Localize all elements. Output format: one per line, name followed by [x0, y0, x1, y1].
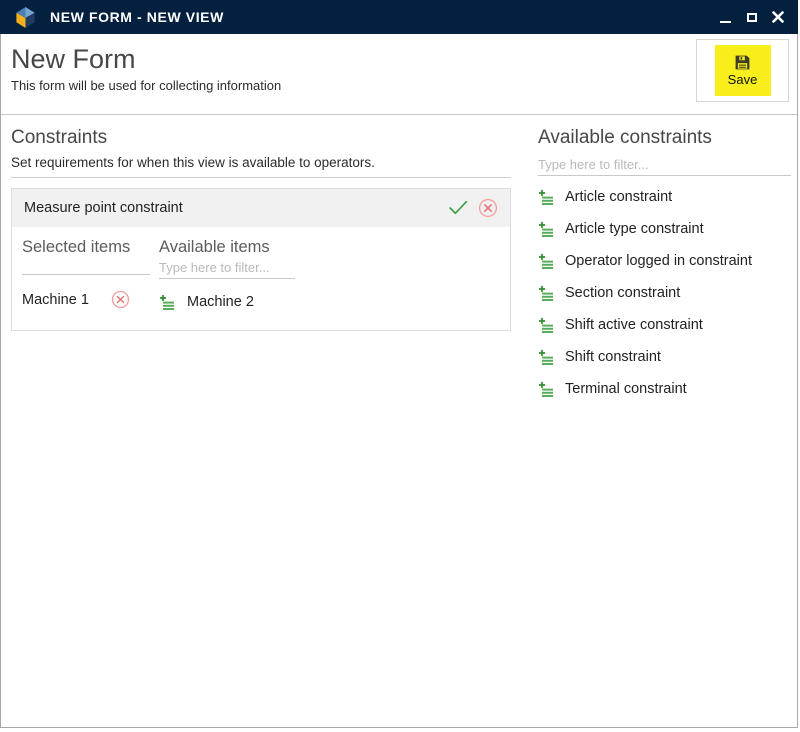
- constraints-panel-subtitle: Set requirements for when this view is a…: [11, 155, 511, 178]
- page-subtitle: This form will be used for collecting in…: [1, 75, 797, 93]
- add-to-list-icon: [538, 189, 554, 205]
- available-constraint-item[interactable]: Article type constraint: [538, 213, 791, 245]
- add-to-list-icon: [159, 294, 175, 310]
- add-to-list-icon: [538, 349, 554, 365]
- add-to-list-icon: [538, 285, 554, 301]
- remove-item-button[interactable]: [111, 290, 130, 309]
- available-constraint-label: Terminal constraint: [565, 381, 687, 397]
- close-icon: [772, 11, 784, 23]
- minimize-button[interactable]: [719, 9, 732, 25]
- save-highlight: Save: [715, 45, 771, 96]
- page-header: New Form This form will be used for coll…: [1, 34, 797, 115]
- constraints-filter-input[interactable]: [538, 155, 791, 176]
- app-logo-icon: [14, 6, 37, 29]
- available-items-column: Available items Mach: [159, 237, 295, 310]
- confirm-constraint-button[interactable]: [448, 199, 469, 216]
- window-controls: [719, 9, 788, 25]
- constraints-panel-title: Constraints: [11, 127, 511, 150]
- available-constraint-item[interactable]: Shift active constraint: [538, 309, 791, 341]
- save-button-label: Save: [728, 72, 758, 87]
- available-item-row[interactable]: Machine 2: [159, 294, 295, 310]
- available-constraint-label: Article type constraint: [565, 221, 704, 237]
- floppy-disk-icon: [734, 54, 751, 71]
- maximize-icon: [747, 13, 757, 22]
- page-title: New Form: [1, 34, 797, 75]
- available-constraint-item[interactable]: Section constraint: [538, 277, 791, 309]
- window-title: NEW FORM - NEW VIEW: [50, 9, 224, 25]
- measure-point-constraint-card: Measure point constraint: [11, 188, 511, 331]
- add-to-list-icon: [538, 381, 554, 397]
- minimize-icon: [720, 21, 731, 23]
- close-button[interactable]: [771, 9, 784, 25]
- constraints-panel: Constraints Set requirements for when th…: [11, 127, 511, 405]
- available-constraints-list: Article constraint Article type c: [538, 181, 791, 405]
- save-button[interactable]: Save: [696, 39, 789, 102]
- app-window: NEW FORM - NEW VIEW New Form This form w…: [0, 0, 798, 728]
- available-constraint-label: Section constraint: [565, 285, 680, 301]
- constraint-actions: [448, 198, 498, 218]
- constraint-name: Measure point constraint: [24, 200, 183, 216]
- available-constraint-item[interactable]: Operator logged in constraint: [538, 245, 791, 277]
- titlebar: NEW FORM - NEW VIEW: [0, 0, 798, 34]
- available-constraint-label: Article constraint: [565, 189, 672, 205]
- constraint-card-header: Measure point constraint: [12, 189, 510, 227]
- checkmark-icon: [448, 199, 469, 216]
- selected-items-title: Selected items: [22, 237, 150, 258]
- add-to-list-icon: [538, 253, 554, 269]
- selected-items-column: Selected items Machine 1: [22, 237, 150, 310]
- constraint-card-body: Selected items Machine 1: [12, 227, 510, 330]
- add-to-list-icon: [538, 221, 554, 237]
- circle-x-icon: [111, 290, 130, 309]
- available-constraints-panel: Available constraints A: [538, 127, 791, 405]
- available-constraint-item[interactable]: Article constraint: [538, 181, 791, 213]
- selected-item-label: Machine 1: [22, 292, 89, 308]
- add-to-list-icon: [538, 317, 554, 333]
- available-constraint-item[interactable]: Terminal constraint: [538, 373, 791, 405]
- delete-constraint-button[interactable]: [478, 198, 498, 218]
- available-constraint-label: Operator logged in constraint: [565, 253, 752, 269]
- available-item-label: Machine 2: [187, 294, 254, 310]
- circle-x-icon: [478, 198, 498, 218]
- available-constraint-item[interactable]: Shift constraint: [538, 341, 791, 373]
- available-constraints-title: Available constraints: [538, 127, 791, 150]
- available-items-title: Available items: [159, 237, 295, 258]
- selected-items-divider: [22, 258, 150, 275]
- available-constraint-label: Shift active constraint: [565, 317, 703, 333]
- available-items-filter-input[interactable]: [159, 258, 295, 279]
- maximize-button[interactable]: [745, 9, 758, 25]
- available-constraint-label: Shift constraint: [565, 349, 661, 365]
- content-area: Constraints Set requirements for when th…: [1, 115, 797, 405]
- selected-item-row: Machine 1: [22, 290, 150, 309]
